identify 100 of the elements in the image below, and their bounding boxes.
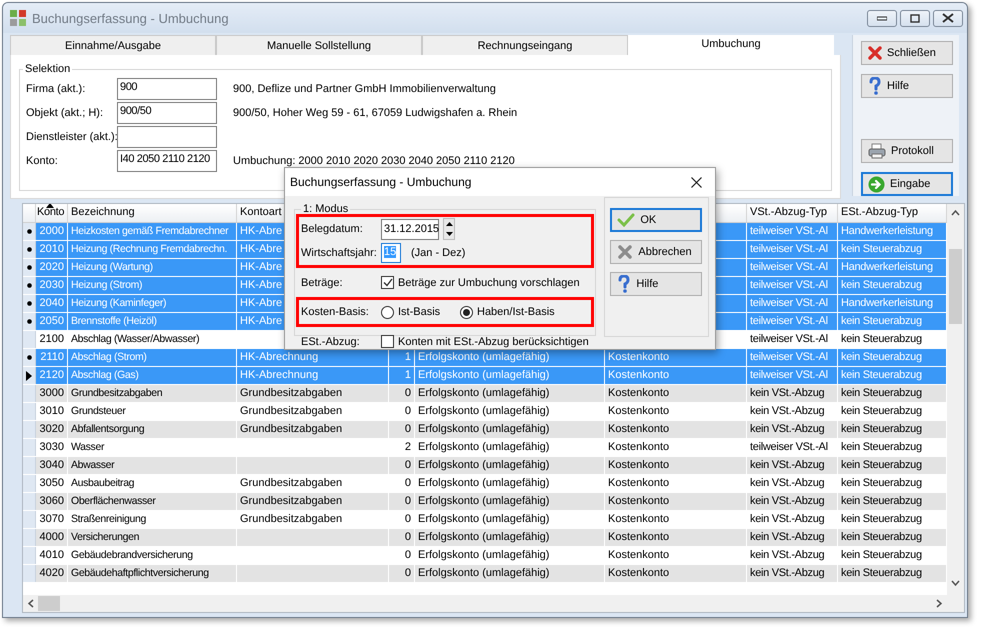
table-cell: Erfolgskonto (umlagefähig) <box>418 369 550 381</box>
table-cell: Erfolgskonto (umlagefähig) <box>418 495 550 507</box>
field-label: Beträge: <box>301 276 344 288</box>
field-label: Belegdatum: <box>301 223 364 235</box>
table-cell: 2010 <box>40 243 64 255</box>
table-cell: Grundbesitzabgaben <box>240 495 342 507</box>
table-cell: kein Steuerabzug <box>841 405 922 417</box>
table-cell: HK-Abre <box>240 225 282 237</box>
table-cell: Brennstoffe (Heizöl) <box>71 315 157 327</box>
table-cell: kein VSt.-Abzug <box>750 387 824 399</box>
table-cell: Kostenkonto <box>608 549 670 561</box>
table-cell: Heizung (Strom) <box>71 279 142 291</box>
field-label: Firma (akt.): <box>26 83 86 95</box>
table-cell: kein Steuerabzug <box>841 549 922 561</box>
table-cell: HK-Abre <box>240 243 282 255</box>
table-cell: kein VSt.-Abzug <box>750 549 824 561</box>
dialog-title: Buchungserfassung - Umbuchung <box>290 175 472 189</box>
table-cell: Handwerkerleistung <box>841 261 933 273</box>
table-cell: 0 <box>404 495 411 507</box>
table-cell: Oberflächenwasser <box>71 495 156 507</box>
table-cell: Erfolgskonto (umlagefähig) <box>418 513 550 525</box>
table-cell: Erfolgskonto (umlagefähig) <box>418 549 550 561</box>
table-cell: Erfolgskonto (umlagefähig) <box>418 567 550 579</box>
table-cell: HK-Abre <box>240 297 282 309</box>
table-cell: Kostenkonto <box>608 387 670 399</box>
table-cell: 2040 <box>40 297 64 309</box>
table-cell: 2 <box>404 441 411 453</box>
table-cell: kein Steuerabzug <box>841 387 922 399</box>
table-cell: 2110 <box>40 351 64 363</box>
table-cell: 3000 <box>40 387 64 399</box>
table-cell: HK-Abrechnung <box>240 369 318 381</box>
field-description: 900, Deflize und Partner GmbH Immobilienverwaltung <box>233 83 496 95</box>
field-description: 900/50, Hoher Weg 59 - 61, 67059 Ludwigshafen a. Rhein <box>233 107 518 119</box>
table-cell: kein Steuerabzug <box>841 315 922 327</box>
table-cell: 2000 <box>40 225 64 237</box>
field-label: ESt.-Abzug: <box>301 336 361 348</box>
table-cell: kein VSt.-Abzug <box>750 531 824 543</box>
table-cell: Kostenkonto <box>608 477 670 489</box>
table-cell: Erfolgskonto (umlagefähig) <box>418 387 550 399</box>
table-cell: Abschlag (Wasser/Abwasser) <box>71 333 200 345</box>
table-cell: 3010 <box>40 405 64 417</box>
table-cell: kein Steuerabzug <box>841 423 922 435</box>
table-cell: 3030 <box>40 441 64 453</box>
table-cell: teilweiser VSt.-Al <box>750 297 828 309</box>
table-cell: Heizung (Kaminfeger) <box>71 297 166 309</box>
table-cell: teilweiser VSt.-Al <box>750 225 828 237</box>
table-cell: teilweiser VSt.-Al <box>750 333 828 345</box>
table-cell: 2020 <box>40 261 64 273</box>
table-cell: 0 <box>404 549 411 561</box>
table-cell: 0 <box>404 531 411 543</box>
table-cell: Kostenkonto <box>608 423 670 435</box>
table-cell: 3020 <box>40 423 64 435</box>
table-cell: kein Steuerabzug <box>841 279 922 291</box>
table-cell: kein Steuerabzug <box>841 513 922 525</box>
table-cell: kein VSt.-Abzug <box>750 567 824 579</box>
table-cell: teilweiser VSt.-Al <box>750 261 828 273</box>
table-cell: Kostenkonto <box>608 495 670 507</box>
table-cell: kein Steuerabzug <box>841 333 922 345</box>
group-title: 1: Modus <box>302 204 350 214</box>
table-cell: kein Steuerabzug <box>841 441 922 453</box>
field-label: Objekt (akt.; H): <box>26 107 104 119</box>
table-cell: Grundbesitzabgaben <box>240 423 342 435</box>
table-cell: teilweiser VSt.-Al <box>750 243 828 255</box>
table-cell: kein Steuerabzug <box>841 531 922 543</box>
field-label: Wirtschaftsjahr: <box>301 247 378 259</box>
table-cell: Grundbesitzabgaben <box>240 477 342 489</box>
table-cell: Kostenkonto <box>608 567 670 579</box>
table-cell: 3050 <box>40 477 64 489</box>
table-cell: Kostenkonto <box>608 513 670 525</box>
table-cell: 1 <box>404 351 411 363</box>
window-title: Buchungserfassung - Umbuchung <box>32 10 229 26</box>
table-cell: kein VSt.-Abzug <box>750 513 824 525</box>
table-cell: Handwerkerleistung <box>841 225 933 237</box>
table-cell: Erfolgskonto (umlagefähig) <box>418 405 550 417</box>
table-cell: kein Steuerabzug <box>841 495 922 507</box>
table-cell: Grundsteuer <box>71 405 126 417</box>
table-cell: 4000 <box>40 531 64 543</box>
table-cell: Kostenkonto <box>608 531 670 543</box>
table-cell: kein VSt.-Abzug <box>750 459 824 471</box>
field-description: Umbuchung: 2000 2010 2020 2030 2040 2050 2110 2120 <box>233 155 515 167</box>
table-cell: teilweiser VSt.-Al <box>750 351 828 363</box>
table-cell: Erfolgskonto (umlagefähig) <box>418 459 550 471</box>
table-cell: 0 <box>404 423 411 435</box>
table-cell: Abschlag (Gas) <box>71 369 138 381</box>
table-cell: HK-Abre <box>240 315 282 327</box>
table-cell: Erfolgskonto (umlagefähig) <box>418 423 550 435</box>
range-note: (Jan - Dez) <box>411 247 466 259</box>
table-cell: Ausbaubeitrag <box>71 477 134 489</box>
table-cell: kein Steuerabzug <box>841 369 922 381</box>
table-cell: Erfolgskonto (umlagefähig) <box>418 441 550 453</box>
table-cell: Kostenkonto <box>608 441 670 453</box>
table-cell: 2120 <box>40 369 64 381</box>
table-cell: 3070 <box>40 513 64 525</box>
table-cell: kein VSt.-Abzug <box>750 423 824 435</box>
table-cell: Heizung (Wartung) <box>71 261 153 273</box>
table-cell: 2100 <box>40 333 64 345</box>
table-cell: HK-Abre <box>240 261 282 273</box>
table-cell: 0 <box>404 387 411 399</box>
table-cell: Kostenkonto <box>608 459 670 471</box>
table-cell: Erfolgskonto (umlagefähig) <box>418 351 550 363</box>
